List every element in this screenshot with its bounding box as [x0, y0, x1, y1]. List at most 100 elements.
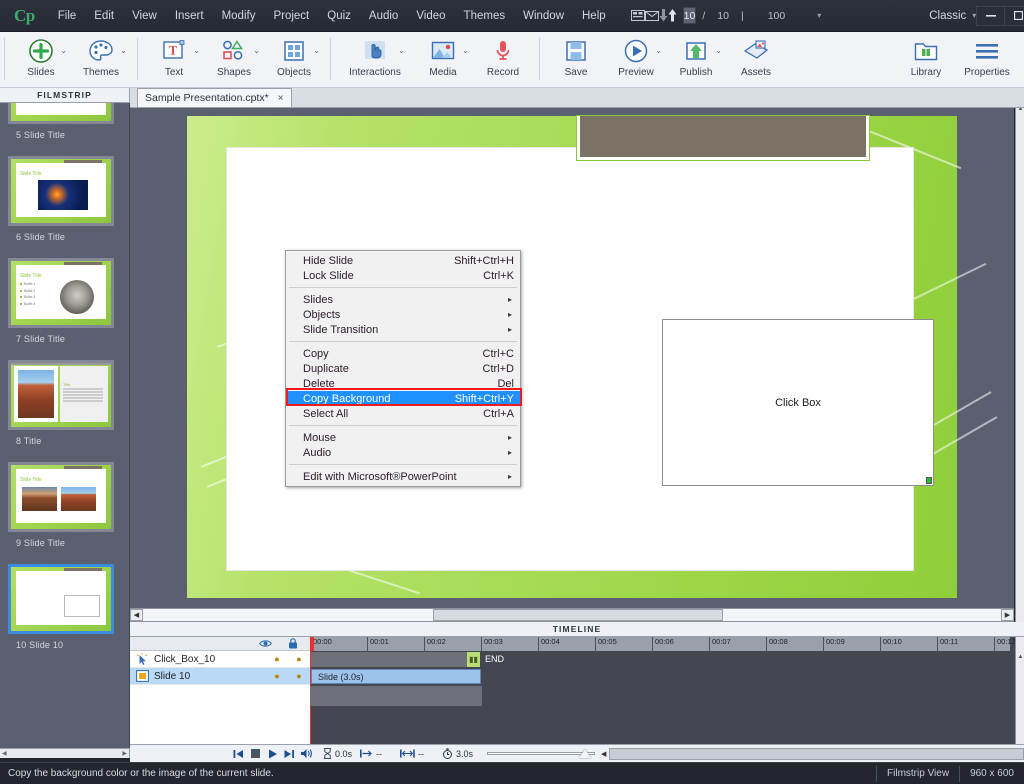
toolbar-slides-button[interactable]: Slides ⌄ — [11, 32, 71, 86]
filmstrip-slide-8[interactable]: Title 8 Title — [0, 354, 122, 456]
maximize-button[interactable] — [1004, 5, 1024, 26]
canvas-horizontal-scrollbar[interactable]: ◀ ▶ — [130, 608, 1014, 622]
chevron-down-icon-media[interactable]: ⌄ — [462, 46, 469, 55]
menu-audio[interactable]: Audio — [360, 5, 407, 27]
timeline-row-slide[interactable]: Slide 10 ● ● — [130, 668, 310, 685]
menu-video[interactable]: Video — [407, 5, 454, 27]
toolbar-record-button[interactable]: Record — [473, 32, 533, 86]
arrow-up-icon[interactable] — [668, 6, 677, 26]
toolbar-assets-button[interactable]: Assets — [726, 32, 786, 86]
filmstrip-slide-6[interactable]: Slide Title 6 Slide Title — [0, 150, 122, 252]
toolbar-objects-button[interactable]: Objects ⌄ — [264, 32, 324, 86]
toolbar-publish-button[interactable]: Publish ⌄ — [666, 32, 726, 86]
resize-handle[interactable] — [926, 477, 932, 484]
menu-help[interactable]: Help — [573, 5, 615, 27]
toolbar-properties-button[interactable]: Properties — [956, 32, 1018, 86]
timeline-zoom-slider[interactable] — [487, 746, 596, 762]
scroll-left-arrow-icon[interactable]: ◀ — [130, 609, 143, 621]
context-item-objects[interactable]: Objects ▸ — [286, 307, 520, 322]
lock-icon[interactable] — [288, 638, 298, 649]
context-item-copy-background[interactable]: Copy Background Shift+Ctrl+Y — [286, 391, 520, 406]
visibility-dot[interactable]: ● — [266, 654, 288, 664]
toolbar-interactions-button[interactable]: Interactions ⌄ — [337, 32, 413, 86]
filmstrip-hscrollbar[interactable]: ◀ ▶ — [0, 748, 130, 758]
scroll-left-arrow-icon[interactable]: ◀ — [601, 750, 609, 758]
context-item-audio[interactable]: Audio ▸ — [286, 445, 520, 460]
arrow-down-icon[interactable] — [659, 6, 668, 26]
toolbar-library-button[interactable]: Library — [896, 32, 956, 86]
current-slide-input[interactable]: 10 — [682, 7, 697, 24]
playhead-marker[interactable] — [310, 637, 314, 651]
chevron-down-icon[interactable]: ▾ — [817, 11, 821, 20]
click-box-object[interactable]: Click Box — [662, 319, 934, 486]
filmstrip-slide-10[interactable]: 10 Slide 10 — [0, 558, 122, 660]
context-item-slide-transition[interactable]: Slide Transition ▸ — [286, 322, 520, 337]
lock-dot[interactable]: ● — [288, 654, 310, 664]
stop-icon[interactable] — [247, 746, 264, 762]
toolbar-media-button[interactable]: Media ⌄ — [413, 32, 473, 86]
workspace-selector[interactable]: Classic — [929, 10, 966, 22]
chevron-down-icon-interactions[interactable]: ⌄ — [398, 46, 405, 55]
panel-icon[interactable] — [630, 6, 645, 26]
zoom-level-value[interactable]: 100 — [764, 10, 790, 22]
timeline-ruler[interactable]: 00:00 00:01 00:02 00:03 00:04 00:05 00:0… — [310, 637, 1016, 651]
context-item-mouse[interactable]: Mouse ▸ — [286, 430, 520, 445]
chevron-down-icon-text[interactable]: ⌄ — [193, 46, 200, 55]
chevron-down-icon-objects[interactable]: ⌄ — [313, 46, 320, 55]
context-item-copy[interactable]: Copy Ctrl+C — [286, 346, 520, 361]
menu-file[interactable]: File — [49, 5, 86, 27]
timeline-vertical-scrollbar[interactable]: ▲ — [1015, 637, 1024, 744]
slide-canvas-area[interactable]: Click Box Hide Slide Shift+Ctrl+H Lock S… — [130, 108, 1014, 608]
context-item-delete[interactable]: Delete Del — [286, 376, 520, 391]
timeline-panel[interactable]: Click_Box_10 ● ● Slide 10 ● ● 00:00 00:0… — [130, 637, 1024, 744]
toolbar-save-button[interactable]: Save — [546, 32, 606, 86]
context-item-slides[interactable]: Slides ▸ — [286, 292, 520, 307]
timeline-bar-slide[interactable]: Slide (3.0s) — [311, 669, 481, 684]
context-item-edit-with-powerpoint[interactable]: Edit with Microsoft®PowerPoint ▸ — [286, 469, 520, 484]
context-item-lock-slide[interactable]: Lock Slide Ctrl+K — [286, 268, 520, 283]
chevron-down-icon-preview[interactable]: ⌄ — [655, 46, 662, 55]
chevron-down-icon-slides[interactable]: ⌄ — [60, 46, 67, 55]
menu-insert[interactable]: Insert — [166, 5, 213, 27]
skip-forward-icon[interactable] — [281, 746, 298, 762]
mail-icon[interactable] — [644, 6, 659, 26]
menu-view[interactable]: View — [123, 5, 166, 27]
menu-project[interactable]: Project — [264, 5, 318, 27]
eye-icon[interactable] — [259, 639, 272, 648]
document-tab[interactable]: Sample Presentation.cptx* × — [137, 88, 292, 107]
toolbar-text-button[interactable]: T Text ⌄ — [144, 32, 204, 86]
minimize-button[interactable] — [976, 5, 1005, 26]
menu-modify[interactable]: Modify — [213, 5, 265, 27]
toolbar-shapes-button[interactable]: Shapes ⌄ — [204, 32, 264, 86]
slide-header-block[interactable] — [577, 116, 869, 160]
scroll-right-arrow-icon[interactable]: ▶ — [1001, 609, 1014, 621]
skip-back-icon[interactable] — [230, 746, 247, 762]
timeline-row-click-box[interactable]: Click_Box_10 ● ● — [130, 651, 310, 668]
canvas-scroll-thumb[interactable] — [433, 609, 723, 621]
filmstrip-slide-7[interactable]: Slide Title Bullet 1 Bullet 2 Bullet 3 B… — [0, 252, 122, 354]
slider-knob[interactable] — [579, 748, 592, 758]
menu-edit[interactable]: Edit — [85, 5, 123, 27]
timeline-bar-click-box[interactable] — [311, 652, 467, 667]
filmstrip-slide-9[interactable]: Slide Title 9 Slide Title — [0, 456, 122, 558]
menu-window[interactable]: Window — [514, 5, 573, 27]
toolbar-themes-button[interactable]: Themes ⌄ — [71, 32, 131, 86]
context-item-duplicate[interactable]: Duplicate Ctrl+D — [286, 361, 520, 376]
toolbar-preview-button[interactable]: Preview ⌄ — [606, 32, 666, 86]
lock-dot[interactable]: ● — [288, 671, 310, 681]
pause-marker-icon[interactable]: ▮▮ — [467, 652, 480, 667]
scroll-right-arrow-icon[interactable]: ▶ — [122, 750, 127, 757]
chevron-down-icon-themes[interactable]: ⌄ — [120, 46, 127, 55]
visibility-dot[interactable]: ● — [266, 671, 288, 681]
context-item-hide-slide[interactable]: Hide Slide Shift+Ctrl+H — [286, 253, 520, 268]
slide-context-menu[interactable]: Hide Slide Shift+Ctrl+H Lock Slide Ctrl+… — [285, 250, 522, 487]
scroll-up-arrow-icon[interactable]: ▲ — [1016, 651, 1024, 662]
chevron-down-icon-publish[interactable]: ⌄ — [715, 46, 722, 55]
play-icon[interactable] — [264, 746, 281, 762]
filmstrip-slide-5[interactable]: Slide Title 5 Slide Title — [0, 103, 122, 150]
menu-quiz[interactable]: Quiz — [318, 5, 360, 27]
mute-icon[interactable] — [298, 746, 315, 762]
timeline-scroll-thumb[interactable] — [609, 747, 1024, 760]
chevron-down-icon-shapes[interactable]: ⌄ — [253, 46, 260, 55]
context-item-select-all[interactable]: Select All Ctrl+A — [286, 406, 520, 421]
